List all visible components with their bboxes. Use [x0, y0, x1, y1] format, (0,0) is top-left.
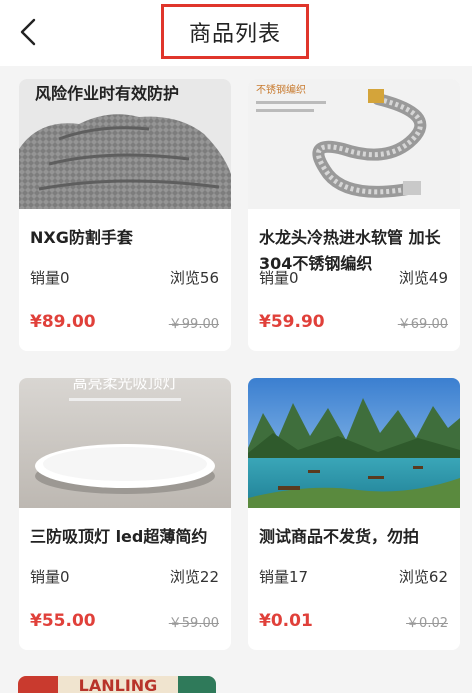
- product-name: 测试商品不发货，勿拍: [259, 527, 420, 546]
- product-stats: 销量0 浏览56: [30, 267, 219, 288]
- top-bar: 商品列表: [0, 0, 472, 66]
- product-image-ceiling-lamp: 高亮柔光吸顶灯: [19, 378, 231, 508]
- view-count: 浏览22: [169, 568, 219, 586]
- price-row: ¥59.90 ￥69.00: [259, 312, 448, 332]
- product-card[interactable]: 风险作业时有效防护 NXG防割手套 销量0 浏览56 ¥89.00 ￥99.00: [19, 79, 231, 351]
- product-image-landscape: [248, 378, 460, 508]
- product-card[interactable]: 高亮柔光吸顶灯 三防吸顶灯 led超薄简约 销量0 浏览22 ¥55.00 ￥5…: [19, 378, 231, 650]
- product-image-glove: 风险作业时有效防护: [19, 79, 231, 209]
- back-button[interactable]: [14, 16, 42, 48]
- page-title: 商品列表: [161, 4, 309, 59]
- product-card-partial[interactable]: LANLING: [18, 676, 216, 693]
- glove-image-caption: 风险作业时有效防护: [35, 84, 179, 103]
- original-price: ￥0.02: [406, 615, 448, 631]
- product-card[interactable]: 测试商品不发货，勿拍 销量17 浏览62 ¥0.01 ￥0.02: [248, 378, 460, 650]
- product-grid: 风险作业时有效防护 NXG防割手套 销量0 浏览56 ¥89.00 ￥99.00…: [0, 66, 472, 693]
- product-name: 三防吸顶灯 led超薄简约: [30, 527, 208, 546]
- product-image-partial: LANLING: [18, 676, 216, 693]
- current-price: ¥59.90: [259, 312, 325, 332]
- original-price: ￥59.00: [168, 615, 219, 631]
- current-price: ¥0.01: [259, 611, 313, 631]
- view-count: 浏览56: [169, 269, 219, 287]
- product-image-hose: 不锈钢编织: [248, 79, 460, 209]
- hose-image-caption: 不锈钢编织: [256, 83, 306, 96]
- sales-count: 销量17: [259, 568, 309, 586]
- sales-count: 销量0: [259, 269, 299, 287]
- product-stats: 销量0 浏览22: [30, 566, 219, 587]
- price-row: ¥0.01 ￥0.02: [259, 611, 448, 631]
- partial-image-caption: LANLING: [79, 676, 158, 693]
- original-price: ￥69.00: [397, 316, 448, 332]
- product-card[interactable]: 不锈钢编织 水龙头冷热进水软管 加长304不锈钢编织 销量0 浏览49 ¥59.…: [248, 79, 460, 351]
- sales-count: 销量0: [30, 568, 70, 586]
- lamp-image-caption: 高亮柔光吸顶灯: [72, 378, 177, 392]
- view-count: 浏览49: [398, 269, 448, 287]
- product-stats: 销量17 浏览62: [259, 566, 448, 587]
- product-name: NXG防割手套: [30, 228, 133, 247]
- view-count: 浏览62: [398, 568, 448, 586]
- current-price: ¥89.00: [30, 312, 96, 332]
- original-price: ￥99.00: [168, 316, 219, 332]
- product-stats: 销量0 浏览49: [259, 267, 448, 288]
- price-row: ¥55.00 ￥59.00: [30, 611, 219, 631]
- chevron-left-icon: [20, 18, 36, 46]
- sales-count: 销量0: [30, 269, 70, 287]
- price-row: ¥89.00 ￥99.00: [30, 312, 219, 332]
- current-price: ¥55.00: [30, 611, 96, 631]
